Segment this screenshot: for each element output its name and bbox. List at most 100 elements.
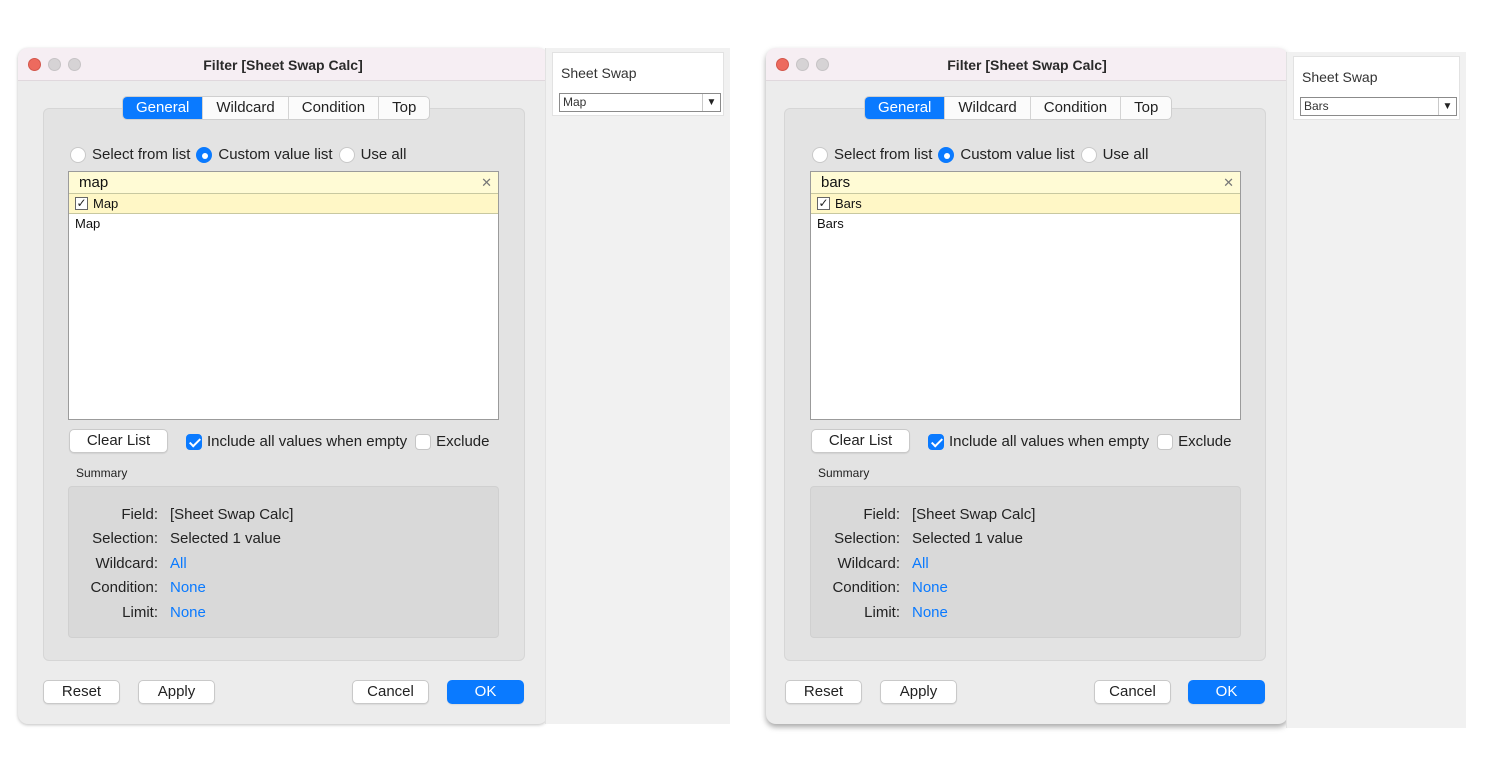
radio-label: Custom value list — [218, 146, 333, 163]
window-title: Filter [Sheet Swap Calc] — [947, 57, 1107, 73]
limit-link[interactable]: None — [912, 604, 948, 621]
search-result-label: Bars — [835, 196, 862, 211]
checkmark-icon[interactable]: ✓ — [75, 197, 88, 210]
summary-row-field: Field: [Sheet Swap Calc] — [69, 506, 498, 526]
custom-value-list: map ✕ ✓ Map Map — [68, 171, 499, 420]
wildcard-link[interactable]: All — [170, 555, 187, 572]
search-input[interactable]: bars ✕ — [811, 172, 1240, 194]
filter-dialog: Filter [Sheet Swap Calc] General Wildcar… — [18, 48, 548, 724]
dropdown-value: Bars — [1304, 99, 1329, 113]
limit-link[interactable]: None — [170, 604, 206, 621]
ok-button[interactable]: OK — [1188, 680, 1265, 704]
dropdown-value: Map — [563, 95, 587, 109]
exclude-label: Exclude — [436, 433, 490, 450]
radio-select-from-list[interactable] — [812, 146, 828, 163]
reset-button[interactable]: Reset — [785, 680, 862, 704]
radio-select-from-list[interactable] — [70, 146, 86, 163]
search-input-value: bars — [821, 174, 851, 191]
chevron-down-icon[interactable]: ▼ — [702, 94, 720, 111]
summary-value: [Sheet Swap Calc] — [170, 506, 294, 523]
summary-key: Condition: — [90, 579, 158, 596]
filter-dialog: Filter [Sheet Swap Calc] General Wildcar… — [766, 48, 1288, 724]
search-result-row[interactable]: ✓ Map — [69, 194, 498, 214]
summary-key: Selection: — [92, 530, 158, 547]
cancel-button[interactable]: Cancel — [352, 680, 429, 704]
tab-bar: General Wildcard Condition Top — [864, 96, 1173, 120]
dashboard-side-panel: Sheet Swap Map ▼ — [545, 48, 730, 724]
include-all-label: Include all values when empty — [949, 433, 1150, 450]
screenshot-left: Filter [Sheet Swap Calc] General Wildcar… — [18, 48, 730, 724]
dashboard-side-panel: Sheet Swap Bars ▼ — [1286, 52, 1466, 728]
summary-row-wildcard: Wildcard: All — [69, 555, 498, 575]
sheet-swap-title: Sheet Swap — [1302, 69, 1378, 85]
exclude-checkbox[interactable] — [1157, 433, 1174, 450]
cancel-button[interactable]: Cancel — [1094, 680, 1171, 704]
summary-row-limit: Limit: None — [811, 604, 1240, 624]
tab-general[interactable]: General — [865, 97, 946, 119]
condition-link[interactable]: None — [170, 579, 206, 596]
include-all-checkbox[interactable] — [186, 433, 202, 450]
list-item[interactable]: Map — [69, 214, 498, 233]
summary-key: Wildcard: — [837, 555, 900, 572]
sheet-swap-title: Sheet Swap — [561, 65, 637, 81]
sheet-swap-filter-card: Sheet Swap Bars ▼ — [1293, 56, 1460, 120]
title-bar[interactable]: Filter [Sheet Swap Calc] — [766, 48, 1288, 81]
summary-row-wildcard: Wildcard: All — [811, 555, 1240, 575]
tab-general[interactable]: General — [123, 97, 204, 119]
summary-row-limit: Limit: None — [69, 604, 498, 624]
title-bar[interactable]: Filter [Sheet Swap Calc] — [18, 48, 548, 81]
tab-condition[interactable]: Condition — [1031, 97, 1122, 119]
summary-box: Field: [Sheet Swap Calc] Selection: Sele… — [68, 486, 499, 638]
radio-custom-value-list[interactable] — [938, 146, 955, 163]
sheet-swap-filter-card: Sheet Swap Map ▼ — [552, 52, 724, 116]
exclude-checkbox[interactable] — [415, 433, 432, 450]
apply-button[interactable]: Apply — [138, 680, 215, 704]
sheet-swap-dropdown[interactable]: Map ▼ — [559, 93, 721, 112]
screenshot-right: Filter [Sheet Swap Calc] General Wildcar… — [766, 48, 1466, 728]
radio-label: Select from list — [92, 146, 191, 163]
summary-row-field: Field: [Sheet Swap Calc] — [811, 506, 1240, 526]
tab-wildcard[interactable]: Wildcard — [203, 97, 289, 119]
radio-use-all[interactable] — [1080, 146, 1097, 163]
summary-heading: Summary — [818, 466, 870, 480]
summary-key: Field: — [121, 506, 158, 523]
summary-box: Field: [Sheet Swap Calc] Selection: Sele… — [810, 486, 1241, 638]
search-input[interactable]: map ✕ — [69, 172, 498, 194]
radio-label: Use all — [360, 146, 407, 163]
radio-label: Select from list — [834, 146, 933, 163]
checkmark-icon[interactable]: ✓ — [817, 197, 830, 210]
close-icon[interactable]: ✕ — [481, 175, 492, 191]
list-options: Include all values when empty Exclude — [186, 433, 490, 450]
tab-top[interactable]: Top — [379, 97, 429, 119]
chevron-down-icon[interactable]: ▼ — [1438, 98, 1456, 115]
radio-label: Custom value list — [960, 146, 1075, 163]
include-all-checkbox[interactable] — [928, 433, 944, 450]
search-result-row[interactable]: ✓ Bars — [811, 194, 1240, 214]
ok-button[interactable]: OK — [447, 680, 524, 704]
clear-list-button[interactable]: Clear List — [69, 429, 168, 453]
summary-key: Limit: — [122, 604, 158, 621]
summary-key: Wildcard: — [95, 555, 158, 572]
list-options: Include all values when empty Exclude — [928, 433, 1232, 450]
clear-list-button[interactable]: Clear List — [811, 429, 910, 453]
summary-key: Selection: — [834, 530, 900, 547]
sheet-swap-dropdown[interactable]: Bars ▼ — [1300, 97, 1457, 116]
summary-value: Selected 1 value — [170, 530, 281, 547]
radio-use-all[interactable] — [338, 146, 355, 163]
summary-row-condition: Condition: None — [811, 579, 1240, 599]
tab-condition[interactable]: Condition — [289, 97, 380, 119]
wildcard-link[interactable]: All — [912, 555, 929, 572]
summary-key: Condition: — [832, 579, 900, 596]
exclude-label: Exclude — [1178, 433, 1232, 450]
condition-link[interactable]: None — [912, 579, 948, 596]
apply-button[interactable]: Apply — [880, 680, 957, 704]
radio-custom-value-list[interactable] — [196, 146, 213, 163]
summary-value: [Sheet Swap Calc] — [912, 506, 1036, 523]
reset-button[interactable]: Reset — [43, 680, 120, 704]
summary-key: Limit: — [864, 604, 900, 621]
summary-row-selection: Selection: Selected 1 value — [69, 530, 498, 550]
tab-top[interactable]: Top — [1121, 97, 1171, 119]
tab-wildcard[interactable]: Wildcard — [945, 97, 1031, 119]
list-item[interactable]: Bars — [811, 214, 1240, 233]
close-icon[interactable]: ✕ — [1223, 175, 1234, 191]
